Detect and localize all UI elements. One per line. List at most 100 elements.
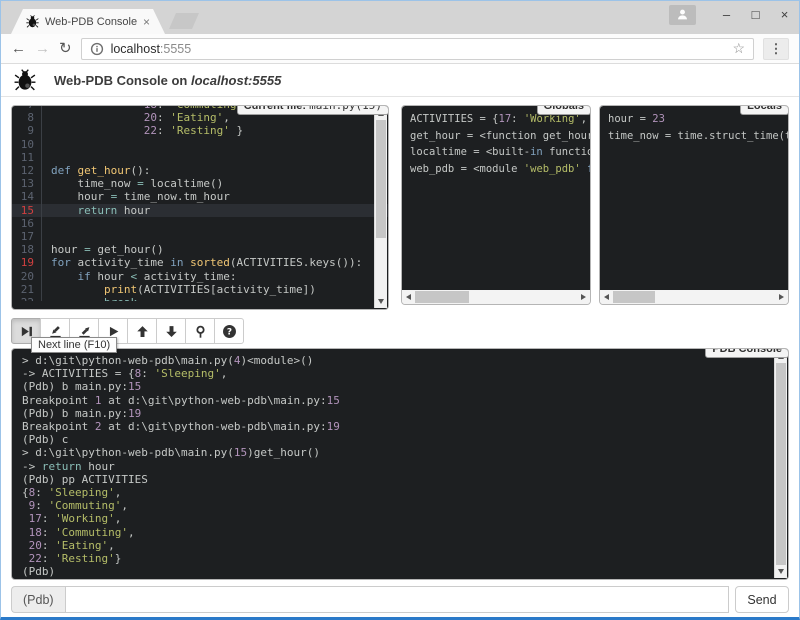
code-line: 9 22: 'Resting' } — [12, 124, 388, 137]
url-text: localhost:5555 — [111, 42, 192, 56]
pdb-command-input[interactable] — [65, 586, 729, 613]
bug-logo-icon — [14, 69, 36, 91]
person-icon — [676, 8, 689, 21]
send-button[interactable]: Send — [735, 586, 789, 613]
minimize-button[interactable]: – — [712, 7, 741, 22]
code-line: 13 time_now = localtime() — [12, 177, 388, 190]
tab-close-icon[interactable]: × — [143, 16, 150, 28]
tab-strip: Web-PDB Console on loc × – □ × — [1, 1, 799, 34]
locals-label: Locals — [740, 105, 789, 115]
scroll-right-icon[interactable] — [775, 290, 788, 304]
reload-button[interactable]: ↻ — [59, 41, 72, 56]
omnibox[interactable]: localhost:5555 ☆ — [81, 38, 754, 60]
globals-scroll-thumb[interactable] — [415, 291, 469, 303]
console-line: (Pdb) b main.py:15 — [22, 380, 778, 393]
arrow-down-icon — [164, 324, 179, 339]
line-number[interactable]: 18 — [12, 243, 42, 256]
editor-panel: Current file: main.py(15) 7 18: 'Commuti… — [11, 105, 389, 310]
locals-scroll-thumb[interactable] — [613, 291, 655, 303]
line-number[interactable]: 13 — [12, 177, 42, 190]
debug-toolbar: ? — [11, 318, 789, 344]
line-number[interactable]: 12 — [12, 164, 42, 177]
browser-tab[interactable]: Web-PDB Console on loc × — [11, 9, 165, 34]
map-marker-icon — [193, 324, 208, 339]
url-port: :5555 — [160, 42, 191, 56]
line-number[interactable]: 14 — [12, 190, 42, 203]
editor-scroll-thumb[interactable] — [376, 120, 386, 238]
window-controls: – □ × — [669, 1, 799, 28]
browser-menu-button[interactable]: ⋮ — [763, 38, 789, 60]
code-text: hour = time_now.tm_hour — [42, 190, 230, 203]
scroll-right-icon[interactable] — [577, 290, 590, 304]
bug-favicon-icon — [26, 15, 39, 28]
code-text: hour = get_hour() — [42, 243, 164, 256]
breakpoint-line-number[interactable]: 15 — [12, 204, 42, 217]
line-number[interactable]: 17 — [12, 230, 42, 243]
scroll-down-icon[interactable] — [375, 295, 387, 308]
line-number[interactable]: 22 — [12, 296, 42, 301]
console-line: 18: 'Commuting', — [22, 526, 778, 539]
new-tab-button[interactable] — [169, 13, 199, 29]
prompt-row: (Pdb) Send — [11, 586, 789, 613]
console-line: (Pdb) pp ACTIVITIES — [22, 473, 778, 486]
where-button[interactable] — [185, 318, 215, 344]
url-host: localhost — [111, 42, 160, 56]
vars-line: localtime = <built-in function loc — [410, 144, 582, 161]
line-number[interactable]: 8 — [12, 111, 42, 124]
console-scroll-thumb[interactable] — [776, 363, 786, 565]
locals-panel: Locals hour = 23time_now = time.struct_t… — [599, 105, 789, 305]
main-content: Current file: main.py(15) 7 18: 'Commuti… — [1, 97, 799, 613]
code-text: return hour — [42, 204, 150, 217]
pdb-console-label: PDB Console — [705, 348, 789, 358]
stack-down-button[interactable] — [156, 318, 186, 344]
console-vscrollbar[interactable] — [774, 350, 787, 578]
globals-hscrollbar[interactable] — [402, 290, 590, 304]
page-header: Web-PDB Console on localhost:5555 — [1, 64, 799, 97]
code-text: if hour < activity_time: — [42, 270, 236, 283]
code-line: 20 if hour < activity_time: — [12, 270, 388, 283]
editor-vscrollbar[interactable] — [374, 107, 387, 308]
info-icon[interactable] — [90, 42, 104, 56]
code-line: 22 break — [12, 296, 388, 301]
stack-up-button[interactable] — [127, 318, 157, 344]
scroll-left-icon[interactable] — [402, 290, 415, 304]
console-line: 9: 'Commuting', — [22, 499, 778, 512]
code-line: 17 — [12, 230, 388, 243]
code-text: time_now = localtime() — [42, 177, 223, 190]
scroll-left-icon[interactable] — [600, 290, 613, 304]
maximize-button[interactable]: □ — [741, 7, 770, 22]
breakpoint-line-number[interactable]: 19 — [12, 256, 42, 269]
line-number[interactable]: 16 — [12, 217, 42, 230]
locals-lines: hour = 23time_now = time.struct_time(tm_… — [600, 106, 788, 290]
forward-button[interactable]: → — [35, 41, 50, 56]
console-lines: > d:\git\python-web-pdb\main.py(4)<modul… — [12, 349, 788, 579]
locals-hscrollbar[interactable] — [600, 290, 788, 304]
page-title: Web-PDB Console on localhost:5555 — [54, 73, 281, 88]
code-line: 16 — [12, 217, 388, 230]
bookmark-star-icon[interactable]: ☆ — [732, 40, 745, 57]
menu-dots-icon: ⋮ — [770, 41, 783, 57]
tooltip: Next line (F10) — [31, 337, 117, 353]
line-number[interactable]: 21 — [12, 283, 42, 296]
console-line: Breakpoint 2 at d:\git\python-web-pdb\ma… — [22, 420, 778, 433]
code-line: 19for activity_time in sorted(ACTIVITIES… — [12, 256, 388, 269]
console-line: 22: 'Resting'} — [22, 552, 778, 565]
line-number[interactable]: 9 — [12, 124, 42, 137]
code-text — [42, 217, 51, 230]
profile-button[interactable] — [669, 5, 696, 25]
console-line: 20: 'Eating', — [22, 539, 778, 552]
code-text — [42, 138, 51, 151]
scroll-down-icon[interactable] — [775, 565, 787, 578]
back-button[interactable]: ← — [11, 41, 26, 56]
code-text: print(ACTIVITIES[activity_time]) — [42, 283, 316, 296]
code-text: break — [42, 296, 137, 301]
code-line: 14 hour = time_now.tm_hour — [12, 190, 388, 203]
help-button[interactable]: ? — [214, 318, 244, 344]
line-number[interactable]: 10 — [12, 138, 42, 151]
tab-title: Web-PDB Console on loc — [45, 16, 137, 28]
line-number[interactable]: 11 — [12, 151, 42, 164]
close-button[interactable]: × — [770, 7, 799, 22]
console-line: (Pdb) b main.py:19 — [22, 407, 778, 420]
line-number[interactable]: 20 — [12, 270, 42, 283]
current-file-label: Current file: main.py(15) — [237, 105, 389, 115]
